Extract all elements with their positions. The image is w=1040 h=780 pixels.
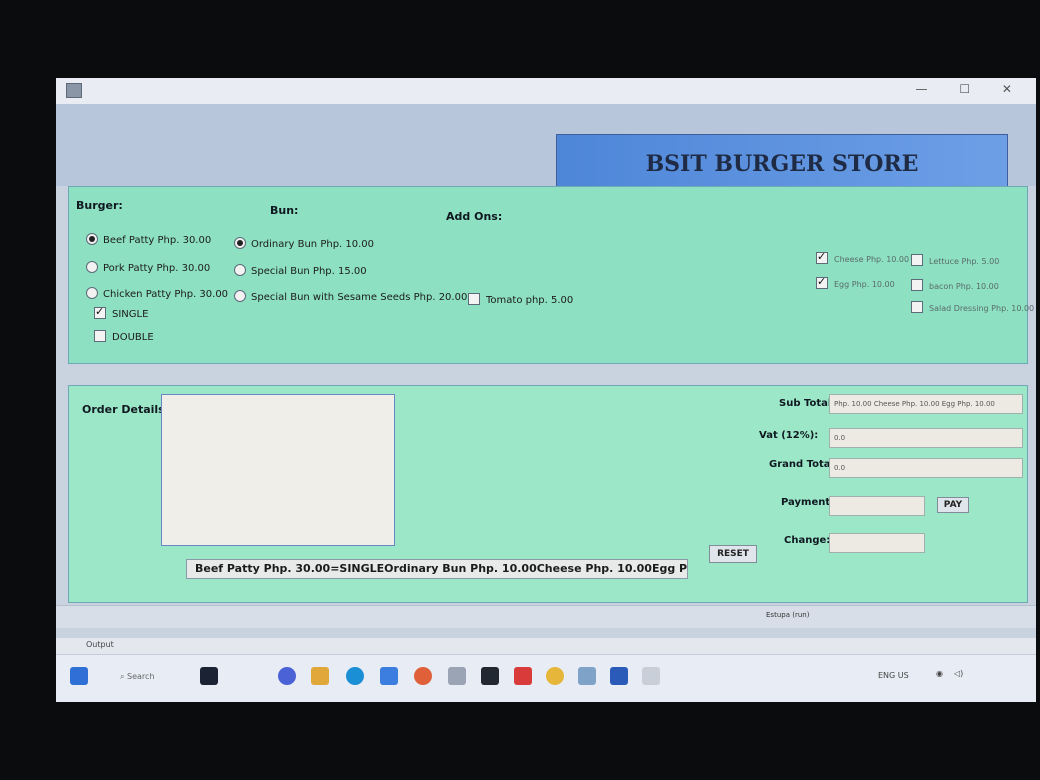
pay-button[interactable]: PAY <box>937 497 969 513</box>
subtotal-label: Sub Total: <box>779 398 836 409</box>
checkbox-icon <box>94 330 106 342</box>
volume-icon: ◁) <box>954 669 964 678</box>
payment-field[interactable] <box>829 496 925 516</box>
amazon-icon[interactable] <box>448 667 466 685</box>
window-controls[interactable]: — ☐ ✕ <box>916 82 1026 96</box>
vat-field[interactable]: 0.0 <box>829 428 1023 448</box>
app-icon <box>66 83 82 98</box>
change-field[interactable] <box>829 533 925 553</box>
checkbox-double[interactable]: DOUBLE <box>94 330 154 343</box>
firefox-icon[interactable] <box>414 667 432 685</box>
chrome-icon[interactable] <box>546 667 564 685</box>
radio-pork-patty[interactable]: Pork Patty Php. 30.00 <box>86 261 210 274</box>
chat-icon[interactable] <box>278 667 296 685</box>
language-indicator: ENG US <box>878 671 909 680</box>
checkbox-icon <box>911 279 923 291</box>
reset-button[interactable]: RESET <box>709 545 757 563</box>
grand-total-field[interactable]: 0.0 <box>829 458 1023 478</box>
word-icon[interactable] <box>610 667 628 685</box>
radio-icon <box>234 264 246 276</box>
payment-label: Payment: <box>781 497 835 508</box>
radio-icon <box>86 261 98 273</box>
checkbox-egg[interactable]: Egg Php. 10.00 <box>816 275 895 289</box>
shield-app-icon[interactable] <box>578 667 596 685</box>
store-banner: BSIT BURGER STORE <box>556 134 1008 192</box>
grand-total-label: Grand Total: <box>769 459 838 470</box>
radio-icon <box>234 290 246 302</box>
bun-label: Bun: <box>270 204 299 217</box>
checkbox-single[interactable]: SINGLE <box>94 305 148 320</box>
menu-panel <box>68 186 1028 364</box>
radio-beef-patty[interactable]: Beef Patty Php. 30.00 <box>86 233 211 246</box>
radio-icon <box>86 287 98 299</box>
radio-sesame-bun[interactable]: Special Bun with Sesame Seeds Php. 20.00 <box>234 290 467 303</box>
output-bar[interactable]: Output <box>56 638 1036 654</box>
checkbox-cheese[interactable]: Cheese Php. 10.00 <box>816 250 909 264</box>
taskbar-search[interactable]: ⌕ Search <box>120 669 176 685</box>
window-titlebar[interactable]: — ☐ ✕ <box>56 78 1036 105</box>
radio-icon <box>234 237 246 249</box>
radio-icon <box>86 233 98 245</box>
order-details-label: Order Details: <box>82 403 170 416</box>
checkbox-icon <box>911 301 923 313</box>
order-details-textarea[interactable] <box>161 394 395 546</box>
checkbox-salad-dressing[interactable]: Salad Dressing Php. 10.00 <box>911 301 1034 313</box>
wps-icon[interactable] <box>514 667 532 685</box>
wifi-icon: ◉ <box>936 669 943 678</box>
windows-start-icon[interactable] <box>70 667 88 685</box>
checkbox-icon <box>911 254 923 266</box>
checkbox-bacon[interactable]: bacon Php. 10.00 <box>911 279 999 291</box>
checkbox-icon <box>94 305 106 319</box>
addons-label: Add Ons: <box>446 210 503 223</box>
radio-special-bun[interactable]: Special Bun Php. 15.00 <box>234 264 367 277</box>
radio-chicken-patty[interactable]: Chicken Patty Php. 30.00 <box>86 287 228 300</box>
output-label: Output <box>86 640 114 649</box>
order-summary-field: Beef Patty Php. 30.00=SINGLEOrdinary Bun… <box>186 559 688 579</box>
dropbox-icon[interactable] <box>481 667 499 685</box>
checkbox-icon <box>816 250 828 264</box>
checkbox-icon <box>816 275 828 289</box>
change-label: Change: <box>784 535 831 546</box>
task-view-icon[interactable] <box>200 667 218 685</box>
store-icon[interactable] <box>380 667 398 685</box>
checkbox-tomato[interactable]: Tomato php. 5.00 <box>468 293 573 306</box>
burger-label: Burger: <box>76 199 123 212</box>
checkbox-lettuce[interactable]: Lettuce Php. 5.00 <box>911 254 999 266</box>
desktop-screen: — ☐ ✕ BSIT BURGER STORE Burger: Bun: Add… <box>56 78 1036 702</box>
checkbox-icon <box>468 293 480 305</box>
subtotal-field[interactable]: Php. 10.00 Cheese Php. 10.00 Egg Php. 10… <box>829 394 1023 414</box>
store-title: BSIT BURGER STORE <box>645 151 919 177</box>
netbeans-icon[interactable] <box>642 667 660 685</box>
ide-status-bar: Estupa (run) <box>56 605 1036 628</box>
status-text: Estupa (run) <box>766 611 810 619</box>
windows-taskbar: ⌕ Search ENG US ◉ ◁) <box>56 654 1036 702</box>
radio-ordinary-bun[interactable]: Ordinary Bun Php. 10.00 <box>234 237 374 250</box>
edge-icon[interactable] <box>346 667 364 685</box>
system-tray[interactable]: ENG US ◉ ◁) <box>818 663 1028 691</box>
file-explorer-icon[interactable] <box>311 667 329 685</box>
vat-label: Vat (12%): <box>759 430 819 441</box>
